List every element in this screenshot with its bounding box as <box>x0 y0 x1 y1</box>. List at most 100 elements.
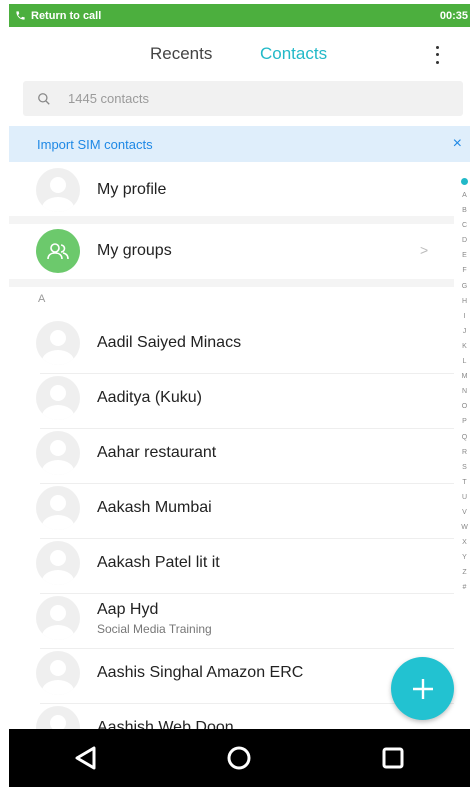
phone-icon <box>16 11 25 20</box>
search-placeholder: 1445 contacts <box>68 91 149 106</box>
index-letter[interactable]: N <box>462 384 467 399</box>
avatar <box>36 321 80 365</box>
tab-recents[interactable]: Recents <box>150 44 212 64</box>
index-letter[interactable]: P <box>462 414 467 429</box>
list-item[interactable]: Aaditya (Kuku) <box>9 376 454 420</box>
groups-icon <box>36 229 80 273</box>
avatar <box>36 168 80 212</box>
person-placeholder-icon <box>42 660 74 695</box>
index-letter[interactable]: J <box>463 324 467 339</box>
index-letter[interactable]: T <box>462 475 466 490</box>
index-letter[interactable]: Z <box>462 565 466 580</box>
recents-icon <box>382 747 404 769</box>
avatar <box>36 486 80 530</box>
index-letter[interactable]: W <box>461 520 468 535</box>
list-item[interactable]: Aadil Saiyed Minacs <box>9 321 454 365</box>
divider <box>40 483 454 484</box>
index-letter[interactable]: H <box>462 294 467 309</box>
avatar <box>36 431 80 475</box>
my-profile-row[interactable]: My profile <box>9 168 454 212</box>
divider <box>40 703 454 704</box>
divider <box>40 648 454 649</box>
index-letter[interactable]: G <box>462 279 467 294</box>
index-letter[interactable]: Q <box>462 430 467 445</box>
my-profile-label: My profile <box>97 181 167 198</box>
back-icon <box>75 746 96 770</box>
index-letter[interactable]: S <box>462 460 467 475</box>
more-options-icon[interactable] <box>432 44 442 66</box>
status-time: 00:35 <box>439 9 468 22</box>
index-letter[interactable]: I <box>464 309 466 324</box>
close-icon[interactable]: × <box>453 135 462 153</box>
plus-icon <box>412 678 433 699</box>
add-contact-button[interactable] <box>391 657 454 720</box>
person-placeholder-icon <box>42 177 74 212</box>
index-letter[interactable]: R <box>462 445 467 460</box>
divider <box>40 428 454 429</box>
return-to-call-bar[interactable]: Return to call 00:35 <box>9 4 470 27</box>
list-item[interactable]: Aakash Patel lit it <box>9 541 454 585</box>
index-letter[interactable]: V <box>462 505 467 520</box>
favorites-index-icon[interactable] <box>461 178 468 185</box>
index-letter[interactable]: Y <box>462 550 467 565</box>
divider <box>40 593 454 594</box>
navigation-bar <box>9 729 470 787</box>
contact-name: Aakash Mumbai <box>97 499 212 516</box>
divider <box>40 373 454 374</box>
index-letter[interactable]: U <box>462 490 467 505</box>
index-letter[interactable]: O <box>462 399 467 414</box>
tab-contacts[interactable]: Contacts <box>260 44 327 64</box>
person-placeholder-icon <box>42 495 74 530</box>
avatar <box>36 651 80 695</box>
contact-name: Aaditya (Kuku) <box>97 389 202 406</box>
index-letter[interactable]: C <box>462 218 467 233</box>
import-sim-banner[interactable]: Import SIM contacts × <box>9 126 470 162</box>
contact-name: Aakash Patel lit it <box>97 554 220 571</box>
index-letter[interactable]: A <box>462 188 467 203</box>
index-letter[interactable]: L <box>463 354 467 369</box>
person-placeholder-icon <box>42 330 74 365</box>
contact-name: Aap Hyd <box>97 600 159 618</box>
contact-name: Aadil Saiyed Minacs <box>97 334 242 351</box>
import-sim-label[interactable]: Import SIM contacts <box>37 137 153 152</box>
avatar <box>36 596 80 640</box>
index-letter[interactable]: B <box>462 203 467 218</box>
list-item[interactable]: Aap Hyd Social Media Training <box>9 596 454 640</box>
person-placeholder-icon <box>42 440 74 475</box>
list-item[interactable]: Aashis Singhal Amazon ERC <box>9 651 454 695</box>
my-groups-row[interactable]: My groups <box>9 229 454 273</box>
recents-button[interactable] <box>373 738 413 778</box>
person-placeholder-icon <box>42 550 74 585</box>
divider <box>40 538 454 539</box>
tab-bar: Recents Contacts <box>0 44 470 68</box>
search-icon <box>38 92 50 105</box>
my-groups-label: My groups <box>97 242 172 259</box>
divider <box>9 216 454 224</box>
person-placeholder-icon <box>42 605 74 640</box>
contact-text: Aap Hyd Social Media Training <box>97 601 212 636</box>
index-letter[interactable]: # <box>463 580 467 595</box>
list-item[interactable]: Aahar restaurant <box>9 431 454 475</box>
index-letter[interactable]: X <box>462 535 467 550</box>
person-placeholder-icon <box>42 385 74 420</box>
return-to-call-label: Return to call <box>31 9 102 22</box>
index-letter[interactable]: F <box>462 263 466 278</box>
index-letter[interactable]: K <box>462 339 467 354</box>
alphabet-index[interactable]: A B C D E F G H I J K L M N O P Q R S T … <box>459 178 470 596</box>
avatar <box>36 376 80 420</box>
index-letter[interactable]: D <box>462 233 467 248</box>
home-icon <box>227 746 251 770</box>
contact-name: Aahar restaurant <box>97 444 217 461</box>
index-letter[interactable]: M <box>462 369 468 384</box>
section-header: A <box>38 293 46 305</box>
list-item[interactable]: Aakash Mumbai <box>9 486 454 530</box>
avatar <box>36 541 80 585</box>
home-button[interactable] <box>219 738 259 778</box>
divider <box>9 279 454 287</box>
contact-name: Aashis Singhal Amazon ERC <box>97 664 304 681</box>
chevron-right-icon: > <box>420 242 429 258</box>
index-letter[interactable]: E <box>462 248 467 263</box>
search-input[interactable]: 1445 contacts <box>23 81 463 116</box>
back-button[interactable] <box>66 738 106 778</box>
contact-subtitle: Social Media Training <box>97 621 212 636</box>
